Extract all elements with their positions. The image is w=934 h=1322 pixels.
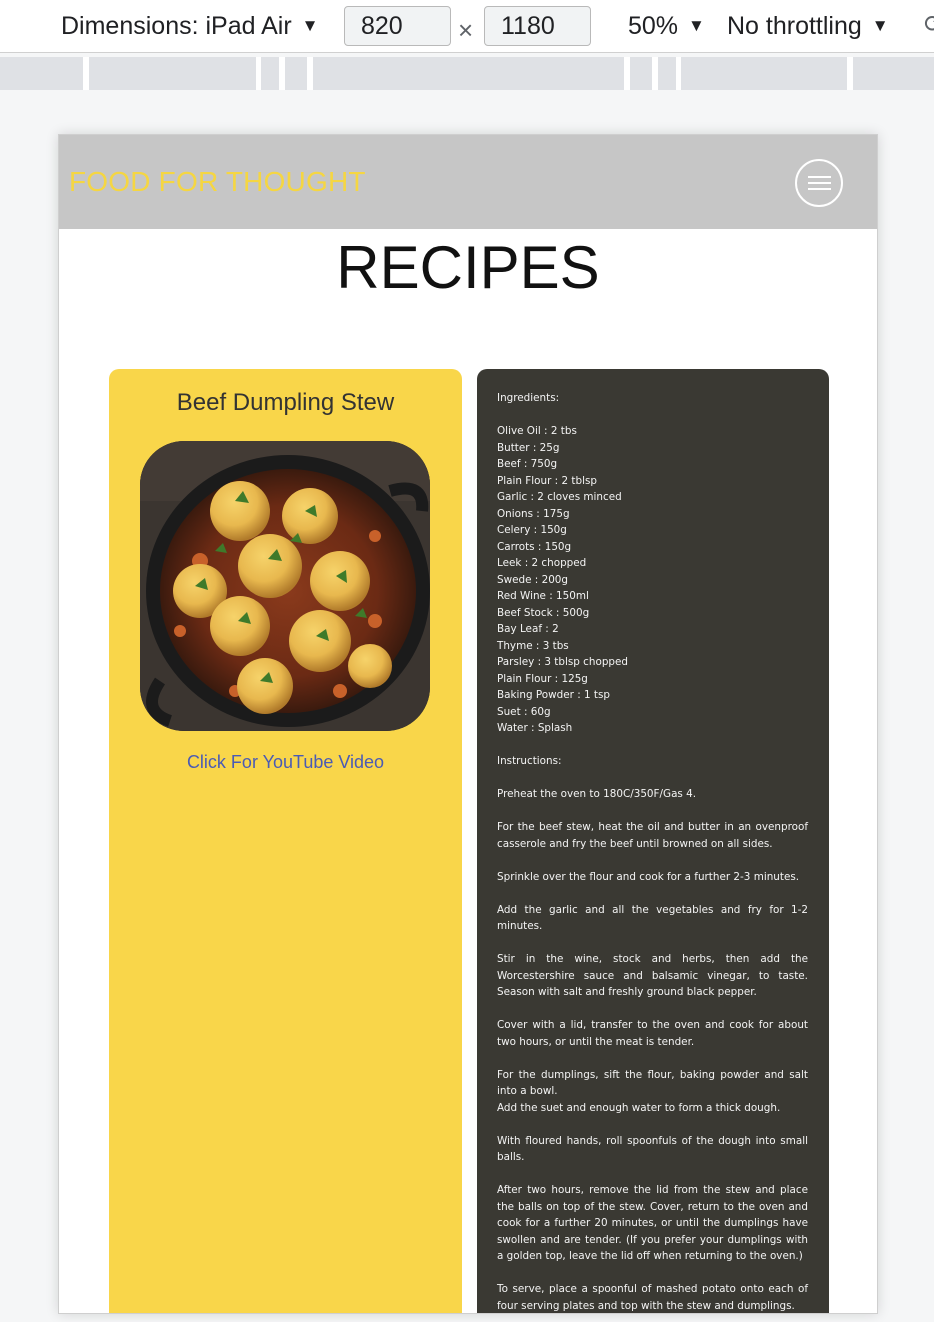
instruction-step: For the beef stew, heat the oil and butt… xyxy=(497,821,808,850)
ingredient-item: Parsley : 3 tblsp chopped xyxy=(497,656,629,668)
ingredient-item: Swede : 200g xyxy=(497,573,569,586)
devtools-device-toolbar: Dimensions: iPad Air ▼ 820 × 1180 50% ▼ No… xyxy=(0,0,934,53)
instruction-step: Stir in the wine, stock and herbs, then … xyxy=(497,953,808,998)
ingredient-item: Suet : 60g xyxy=(497,705,551,718)
ingredient-item: Olive Oil : 2 tbs xyxy=(497,425,577,437)
ingredient-item: Carrots : 150g xyxy=(497,540,572,553)
ingredient-item: Plain Flour : 2 tblsp xyxy=(497,474,597,487)
zoom-dropdown[interactable]: 50% ▼ xyxy=(628,8,705,46)
instruction-step: Cover with a lid, transfer to the oven a… xyxy=(497,1019,808,1048)
ingredient-item: Onions : 175g xyxy=(497,507,570,520)
recipe-image xyxy=(140,441,430,731)
instruction-step: Preheat the oven to 180C/350F/Gas 4. xyxy=(497,788,697,800)
throttling-dropdown[interactable]: No throttling ▼ xyxy=(727,8,889,46)
instruction-step: With floured hands, roll spoonfuls of th… xyxy=(497,1134,808,1164)
ingredients-list: Olive Oil : 2 tbs Butter : 25g Beef : 75… xyxy=(497,423,808,737)
chevron-down-icon: ▼ xyxy=(301,16,319,35)
page-title: RECIPES xyxy=(336,234,600,301)
ingredient-item: Baking Powder : 1 tsp xyxy=(497,689,610,701)
ingredient-item: Beef : 750g xyxy=(497,458,558,470)
hamburger-menu-button[interactable] xyxy=(795,159,843,207)
instruction-step: To serve, place a spoonful of mashed pot… xyxy=(497,1283,808,1312)
instructions-heading: Instructions: xyxy=(497,755,562,767)
chevron-down-icon: ▼ xyxy=(871,16,889,35)
ingredient-item: Bay Leaf : 2 xyxy=(497,623,559,635)
youtube-video-link[interactable]: Click For YouTube Video xyxy=(109,752,462,773)
width-input[interactable]: 820 xyxy=(344,6,451,46)
chevron-down-icon: ▼ xyxy=(688,16,705,35)
ingredients-heading: Ingredients: xyxy=(497,392,560,404)
instruction-step: After two hours, remove the lid from the… xyxy=(497,1184,808,1262)
ingredient-item: Red Wine : 150ml xyxy=(497,590,589,602)
height-input[interactable]: 1180 xyxy=(484,6,591,46)
recipe-details-card: Ingredients: Olive Oil : 2 tbs Butter : … xyxy=(477,369,829,1313)
ingredient-item: Garlic : 2 cloves minced xyxy=(497,491,622,503)
media-query-segment[interactable] xyxy=(89,57,256,90)
dimensions-label: Dimensions: iPad Air xyxy=(61,12,292,40)
ingredient-item: Celery : 150g xyxy=(497,524,567,536)
media-query-bar[interactable] xyxy=(0,57,934,90)
media-query-segment[interactable] xyxy=(630,57,652,90)
media-query-segment[interactable] xyxy=(313,57,624,90)
instruction-step: Add the suet and enough water to form a … xyxy=(497,1101,781,1114)
zoom-label: 50% xyxy=(628,12,679,40)
media-query-segment[interactable] xyxy=(285,57,307,90)
times-icon: × xyxy=(458,15,474,45)
device-viewport: FOOD FOR THOUGHT RECIPES Beef Dumpling S… xyxy=(58,134,878,1314)
media-query-segment[interactable] xyxy=(681,57,847,90)
site-navbar: FOOD FOR THOUGHT xyxy=(59,135,877,229)
media-query-segment[interactable] xyxy=(261,57,279,90)
brand-logo[interactable]: FOOD FOR THOUGHT xyxy=(69,166,366,198)
media-query-segment[interactable] xyxy=(853,57,934,90)
rotate-icon[interactable]: ⟳ xyxy=(924,10,934,42)
ingredient-item: Beef Stock : 500g xyxy=(497,606,590,619)
recipe-details-text: Ingredients: Olive Oil : 2 tbs Butter : … xyxy=(497,390,808,1313)
recipe-title: Beef Dumpling Stew xyxy=(176,389,395,416)
ingredient-item: Thyme : 3 tbs xyxy=(497,639,569,652)
instruction-step: Sprinkle over the flour and cook for a f… xyxy=(497,870,800,883)
media-query-segment[interactable] xyxy=(658,57,676,90)
throttling-label: No throttling xyxy=(727,12,862,40)
ingredient-item: Water : Splash xyxy=(497,722,573,734)
instruction-step: Add the garlic and all the vegetables an… xyxy=(497,903,808,933)
ingredient-item: Leek : 2 chopped xyxy=(497,557,587,569)
ingredient-item: Butter : 25g xyxy=(497,441,560,454)
media-query-segment[interactable] xyxy=(0,57,83,90)
instruction-step: For the dumplings, sift the flour, bakin… xyxy=(497,1068,808,1098)
device-dimensions-dropdown[interactable]: Dimensions: iPad Air ▼ xyxy=(61,8,318,46)
recipe-card: Beef Dumpling Stew Click For YouTube Vid… xyxy=(109,369,462,1313)
ingredient-item: Plain Flour : 125g xyxy=(497,672,588,685)
